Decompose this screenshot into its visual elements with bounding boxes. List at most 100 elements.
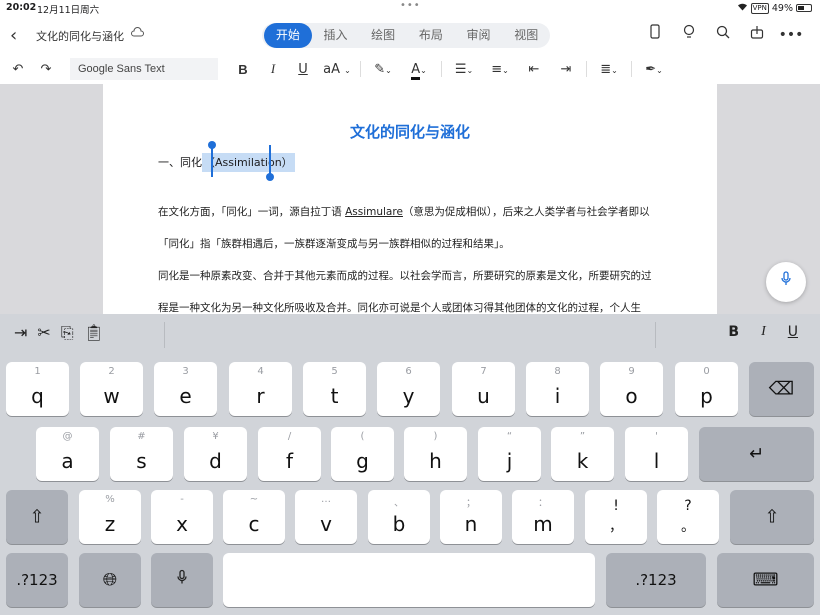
key-f[interactable]: / f [258, 427, 321, 481]
key-label: o [625, 384, 638, 408]
key-l[interactable]: ' l [625, 427, 688, 481]
space-key[interactable] [223, 553, 595, 607]
key-n[interactable]: ； n [440, 490, 502, 544]
section-heading[interactable]: 一、同化 （Assimilation） [158, 153, 295, 172]
back-icon[interactable]: ‹ [10, 25, 17, 46]
tab-layout[interactable]: 布局 [407, 23, 455, 48]
dictation-key[interactable] [151, 553, 213, 607]
numbered-list-icon[interactable]: ≡⌄ [482, 62, 518, 77]
key-q[interactable]: 1q [6, 362, 69, 416]
paragraph-2[interactable]: 「同化」指「族群相遇后，一族群逐渐变成与另一族群相似的过程和结果」。 [158, 236, 510, 251]
copy-icon[interactable]: ⎘ [61, 323, 74, 343]
key-w[interactable]: 2w [80, 362, 143, 416]
key-r[interactable]: 4r [229, 362, 292, 416]
bold-button[interactable]: B [228, 62, 258, 77]
share-icon[interactable] [740, 24, 774, 46]
key-hint: 8 [554, 366, 561, 377]
document-title[interactable]: 文化的同化与涵化 [36, 28, 124, 44]
key-d[interactable]: ¥ d [184, 427, 247, 481]
tab-home[interactable]: 开始 [264, 23, 312, 48]
paragraph-3[interactable]: 同化是一种原素改变、合并于其他元素而成的过程。以社会学而言，所要研究的原素是文化… [158, 268, 652, 283]
key-i[interactable]: 8i [526, 362, 589, 416]
decrease-indent-icon[interactable]: ⇤ [518, 62, 550, 77]
key-e[interactable]: 3e [154, 362, 217, 416]
highlight-icon[interactable]: ✎⌄ [365, 62, 401, 77]
key-label: v [320, 512, 332, 536]
italic-button[interactable]: I [258, 61, 288, 77]
more-icon[interactable]: ••• [774, 24, 808, 46]
lightbulb-icon[interactable] [672, 24, 706, 46]
selected-text[interactable]: （Assimilation） [202, 153, 295, 172]
tab-insert[interactable]: 插入 [312, 23, 360, 48]
shortcut-left-group: ⇥ ✂ ⎘ 📋︎ [14, 323, 104, 343]
cloud-sync-icon[interactable] [131, 27, 144, 40]
font-color-icon[interactable]: A⌄ [401, 61, 437, 80]
paragraph-4[interactable]: 程是一种文化为另一种文化所吸收及合并。同化亦可说是个人或团体习得其他团体的文化的… [158, 300, 641, 315]
increase-indent-icon[interactable]: ⇥ [550, 62, 582, 77]
key-hint: ' [655, 431, 658, 442]
format-toolbar: ↶ ↷ Google Sans Text B I U aA ⌄ ✎⌄ A⌄ ☰⌄… [0, 54, 820, 84]
paragraph-align-icon[interactable]: ≣⌄ [591, 62, 627, 77]
key-v[interactable]: … v [295, 490, 357, 544]
key-j[interactable]: “j [478, 427, 541, 481]
shift-right-key[interactable]: ⇧ [730, 490, 814, 544]
backspace-key[interactable]: ⌫ [749, 362, 814, 416]
search-icon[interactable] [706, 24, 740, 46]
font-name-select[interactable]: Google Sans Text [70, 58, 218, 80]
hide-keyboard-key[interactable]: ⌨ [717, 553, 814, 607]
selection-end-handle[interactable] [266, 145, 274, 181]
key-period[interactable]: ?。 [657, 490, 719, 544]
shift-left-key[interactable]: ⇧ [6, 490, 68, 544]
document-heading[interactable]: 文化的同化与涵化 [103, 121, 717, 142]
key-z[interactable]: % z [79, 490, 141, 544]
key-comma[interactable]: !， [585, 490, 647, 544]
key-c[interactable]: ~ c [223, 490, 285, 544]
bullet-list-icon[interactable]: ☰⌄ [446, 62, 482, 77]
key-t[interactable]: 5t [303, 362, 366, 416]
redo-icon[interactable]: ↷ [32, 62, 60, 77]
undo-icon[interactable]: ↶ [4, 62, 32, 77]
font-size-button[interactable]: aA ⌄ [318, 62, 356, 77]
kbd-bold-button[interactable]: B [728, 324, 739, 340]
key-y[interactable]: 6y [377, 362, 440, 416]
key-u[interactable]: 7u [452, 362, 515, 416]
numbers-key-right[interactable]: .?123 [606, 553, 706, 607]
multitasking-dots[interactable]: ••• [400, 0, 421, 11]
paste-icon[interactable]: 📋︎ [84, 323, 104, 343]
style-pen-icon[interactable]: ✒⌄ [636, 62, 672, 77]
key-b[interactable]: 、 b [368, 490, 430, 544]
key-label: j [506, 449, 513, 473]
tab-view[interactable]: 视图 [502, 23, 550, 48]
tab-review[interactable]: 审阅 [455, 23, 503, 48]
key-x[interactable]: -x [151, 490, 213, 544]
key-label: f [285, 449, 294, 473]
cut-icon[interactable]: ✂ [37, 323, 50, 343]
key-a[interactable]: @ a [36, 427, 99, 481]
key-p[interactable]: 0p [675, 362, 738, 416]
return-key[interactable]: ↵ [699, 427, 814, 481]
document-canvas[interactable]: 文化的同化与涵化 一、同化 （Assimilation） 在文化方面，「同化」一词… [0, 84, 820, 314]
key-g[interactable]: (g [331, 427, 394, 481]
kbd-underline-button[interactable]: U [788, 324, 798, 340]
mobile-view-icon[interactable] [638, 24, 672, 46]
dictation-mic-button[interactable] [766, 262, 806, 302]
key-label: r [256, 384, 265, 408]
key-label: w [103, 384, 120, 408]
key-s[interactable]: # s [110, 427, 173, 481]
key-m[interactable]: ： m [512, 490, 574, 544]
key-o[interactable]: 9o [600, 362, 663, 416]
key-label: g [356, 449, 369, 473]
tab-key-icon[interactable]: ⇥ [14, 323, 27, 343]
numbers-key[interactable]: .?123 [6, 553, 68, 607]
paragraph-1[interactable]: 在文化方面，「同化」一词，源自拉丁语 Assimulare（意思为促成相似），后… [158, 204, 650, 219]
key-h[interactable]: ) h [404, 427, 467, 481]
document-page[interactable]: 文化的同化与涵化 一、同化 （Assimilation） 在文化方面，「同化」一词… [103, 84, 717, 314]
key-k[interactable]: ” k [551, 427, 614, 481]
key-label: l [653, 449, 660, 473]
kbd-italic-button[interactable]: I [761, 324, 766, 340]
key-hint: ~ [249, 494, 259, 505]
underline-button[interactable]: U [288, 62, 318, 77]
selection-start-handle[interactable] [208, 141, 216, 177]
tab-draw[interactable]: 绘图 [359, 23, 407, 48]
globe-key[interactable]: 🌐︎ [79, 553, 141, 607]
